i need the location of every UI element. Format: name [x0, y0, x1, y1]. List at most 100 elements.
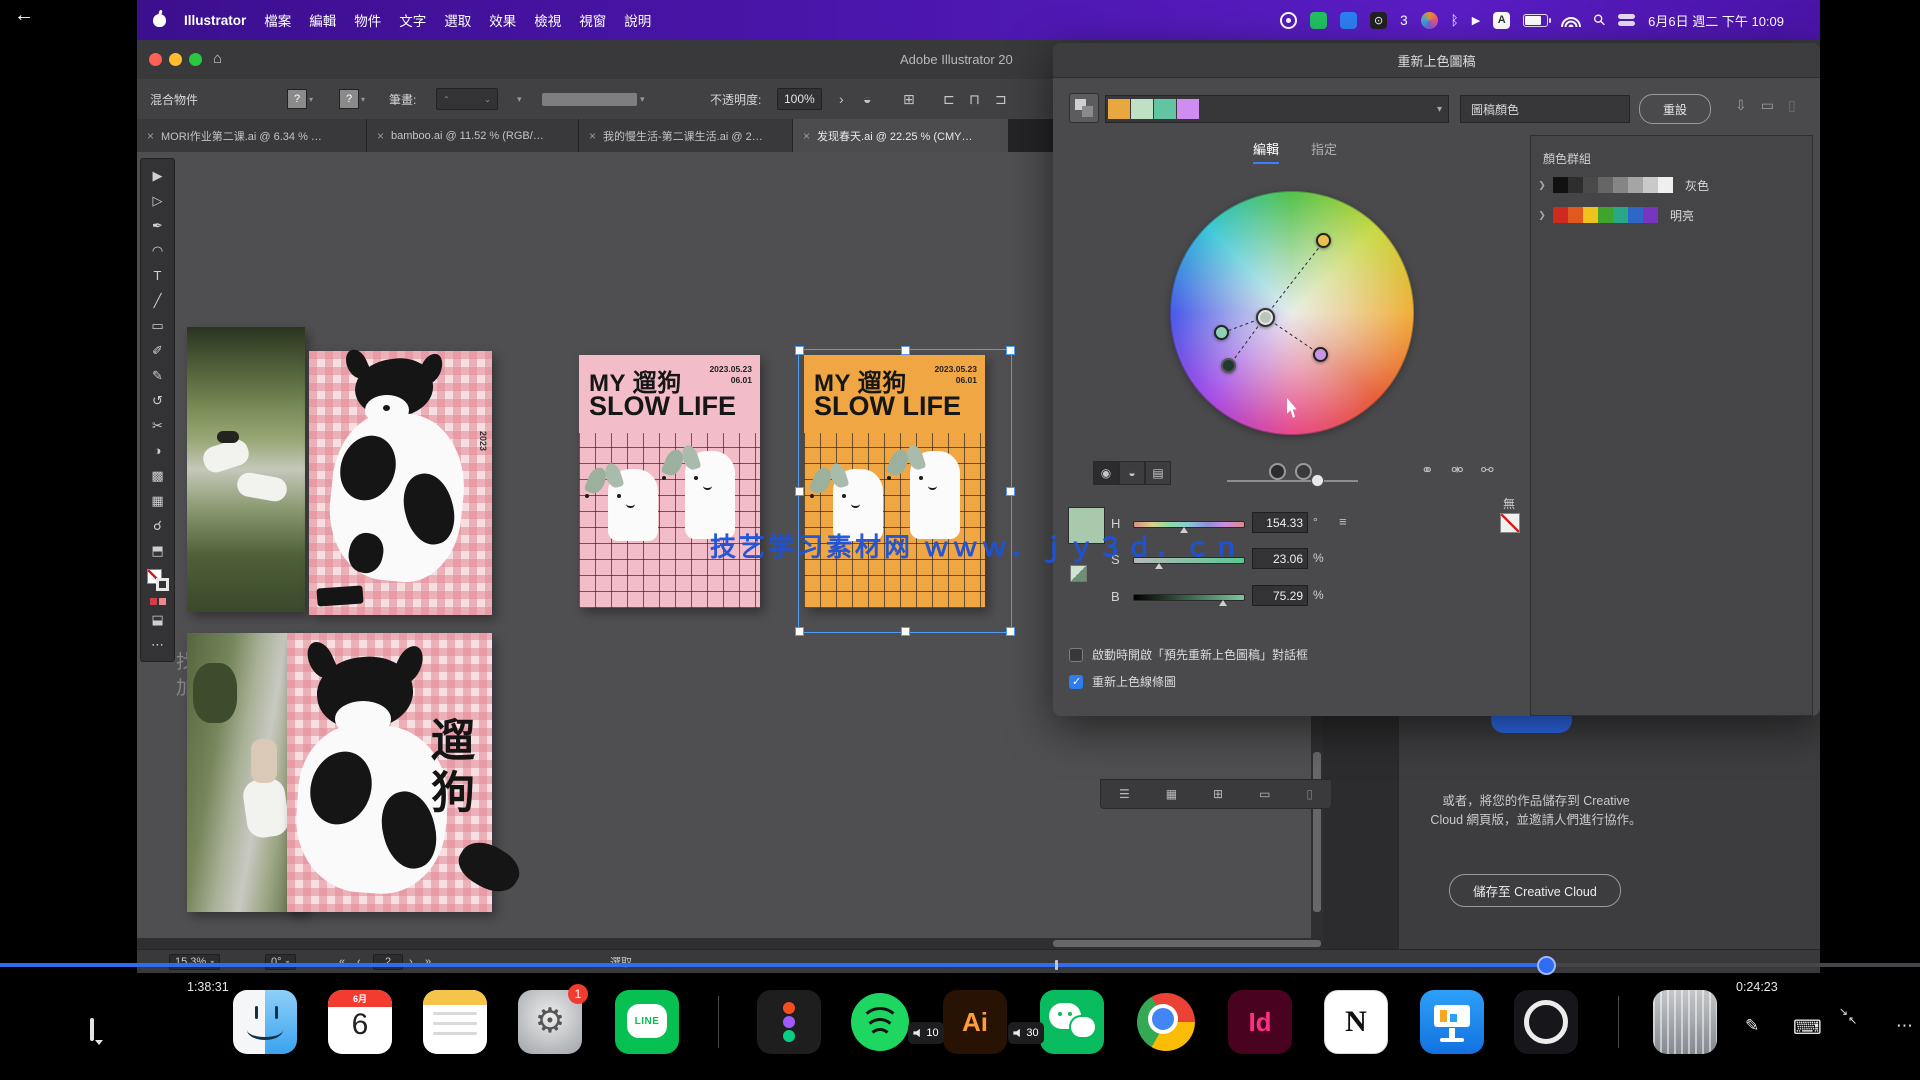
selection-handle[interactable]: [901, 346, 910, 355]
style-icon[interactable]: ◒: [863, 79, 871, 119]
artboard-number-field[interactable]: 2: [373, 950, 403, 973]
keyboard-icon[interactable]: ⌨: [1793, 1015, 1822, 1040]
stroke-profile-dropdown[interactable]: ▾: [517, 79, 522, 119]
chevron-right-icon[interactable]: ❯: [1531, 180, 1553, 191]
new-group-icon[interactable]: ⊞: [1213, 787, 1223, 801]
dock-trash-icon[interactable]: [1653, 990, 1717, 1054]
menu-view[interactable]: 檢視: [534, 10, 561, 30]
link-harmony-icon[interactable]: ⚭: [1421, 461, 1434, 479]
comments-icon[interactable]: [90, 1020, 94, 1040]
rotate-tool-icon[interactable]: ↺: [146, 390, 169, 411]
close-tab-icon[interactable]: ×: [589, 129, 596, 143]
playback-progress-bar[interactable]: [0, 963, 1920, 967]
scissors-tool-icon[interactable]: ✂: [146, 415, 169, 436]
artwork-colors-icon[interactable]: [1069, 93, 1099, 123]
document-tab-2[interactable]: ×bamboo.ai @ 11.52 % (RGB/…: [367, 119, 579, 152]
paintbrush-tool-icon[interactable]: ✐: [146, 340, 169, 361]
next-artboard-button[interactable]: ›: [409, 950, 413, 973]
scrollbar-thumb[interactable]: [1313, 752, 1321, 912]
gradient-tool-icon[interactable]: ▩: [146, 465, 169, 486]
color-handle-main[interactable]: [1256, 308, 1275, 327]
thumbnail-view-icon[interactable]: ▦: [1166, 787, 1177, 801]
dock-settings-icon[interactable]: ⚙ 1: [518, 990, 582, 1054]
unlink-harmony-icon[interactable]: ⚮: [1451, 461, 1464, 479]
tab-assign[interactable]: 指定: [1311, 139, 1337, 162]
horizontal-scrollbar[interactable]: [137, 938, 1323, 949]
zoom-window-button[interactable]: [189, 53, 202, 66]
meeting-app-icon[interactable]: [1340, 12, 1357, 29]
dock-calendar-icon[interactable]: 6月 6: [328, 990, 392, 1054]
document-setup-icon[interactable]: ⊞: [903, 79, 915, 119]
mesh-tool-icon[interactable]: ▦: [146, 490, 169, 511]
spotlight-icon[interactable]: ⚲: [1589, 10, 1610, 31]
input-source-icon[interactable]: A: [1493, 12, 1510, 29]
last-artboard-button[interactable]: »: [425, 950, 431, 973]
folder-icon[interactable]: ▭: [1259, 787, 1270, 801]
none-swatch[interactable]: [1500, 513, 1520, 533]
selection-bounding-box[interactable]: [798, 349, 1012, 633]
harmony-colors-icon[interactable]: ⚯: [1481, 461, 1494, 479]
saturation-value-field[interactable]: 23.06: [1252, 548, 1308, 569]
dock-finder-icon[interactable]: [233, 990, 297, 1054]
zoom-level-dropdown[interactable]: 15.3%▾: [169, 950, 220, 973]
screen-record-icon[interactable]: [1280, 12, 1297, 29]
chevron-right-icon[interactable]: ❯: [1531, 210, 1553, 221]
more-tools-icon[interactable]: ⋯: [146, 634, 169, 655]
menu-select[interactable]: 選取: [444, 10, 471, 30]
brightness-slider-thumb[interactable]: [1219, 600, 1227, 606]
fill-stroke-wells[interactable]: [147, 569, 169, 591]
play-icon[interactable]: ▶: [1472, 14, 1480, 27]
dock-notes-icon[interactable]: [423, 990, 487, 1054]
recolor-art-checkbox-row[interactable]: 重新上色線條圖: [1069, 673, 1176, 690]
stroke-color-well[interactable]: ?▾: [339, 79, 365, 119]
progress-handle[interactable]: [1537, 956, 1556, 975]
more-options-icon[interactable]: ⋯: [1896, 1016, 1913, 1036]
hue-value-field[interactable]: 154.33: [1252, 512, 1308, 533]
menu-help[interactable]: 說明: [624, 10, 651, 30]
color-group-gray[interactable]: ❯ 灰色: [1531, 172, 1812, 198]
color-handle-dark[interactable]: [1221, 358, 1236, 373]
scrollbar-thumb[interactable]: [1053, 940, 1321, 947]
dock-wechat-icon[interactable]: [1040, 990, 1104, 1054]
document-tab-4[interactable]: ×发现春天.ai @ 22.25 % (CMY…: [793, 119, 1009, 152]
selection-handle[interactable]: [795, 346, 804, 355]
line-tool-icon[interactable]: ╱: [146, 290, 169, 311]
screen-mode-icon[interactable]: ⬓: [146, 609, 169, 630]
menu-window[interactable]: 視窗: [579, 10, 606, 30]
checkbox-unchecked[interactable]: [1069, 648, 1083, 662]
document-tab-1[interactable]: ×MORI作业第二课.ai @ 6.34 % …: [137, 119, 367, 152]
avatar-icon[interactable]: [1421, 12, 1438, 29]
delete-icon[interactable]: ▯: [1306, 787, 1313, 801]
brightness-value-slider[interactable]: [1133, 594, 1245, 601]
pencil-tool-icon[interactable]: ✎: [146, 365, 169, 386]
tab-edit[interactable]: 編輯: [1253, 139, 1279, 164]
selection-handle[interactable]: [795, 627, 804, 636]
preset-dropdown[interactable]: 圖稿顏色: [1460, 95, 1630, 123]
close-tab-icon[interactable]: ×: [803, 129, 810, 143]
previous-artboard-button[interactable]: ‹: [357, 950, 361, 973]
rotation-dropdown[interactable]: 0°▾: [265, 950, 296, 973]
shape-builder-tool-icon[interactable]: ◑: [146, 440, 169, 461]
back-button[interactable]: ←: [14, 4, 34, 27]
dock-figma-icon[interactable]: [757, 990, 821, 1054]
save-to-creative-cloud-button[interactable]: 儲存至 Creative Cloud: [1449, 874, 1621, 907]
dock-illustrator-icon[interactable]: Ai: [943, 990, 1007, 1054]
app-menu[interactable]: Illustrator: [184, 13, 246, 28]
selection-handle[interactable]: [1006, 346, 1015, 355]
artboard-poster-pink-1[interactable]: 2023: [309, 351, 492, 615]
checkbox-checked[interactable]: [1069, 675, 1083, 689]
color-bars-icon[interactable]: ▤: [1145, 461, 1171, 485]
fill-color-well[interactable]: ?▾: [287, 79, 313, 119]
align-right-icon[interactable]: ⊐: [995, 79, 1007, 119]
show-saturation-toggle[interactable]: [1269, 463, 1286, 480]
brush-preview[interactable]: [542, 79, 637, 119]
apple-menu-icon[interactable]: [153, 14, 166, 27]
messenger-app-icon[interactable]: [1310, 12, 1327, 29]
dialog-titlebar[interactable]: 重新上色圖稿: [1053, 43, 1820, 78]
menu-edit[interactable]: 編輯: [309, 10, 336, 30]
artboard-poster-pink-grid[interactable]: MY 遛狗 SLOW LIFE 2023.05.2306.01: [579, 355, 760, 608]
align-left-icon[interactable]: ⊏: [943, 79, 955, 119]
direct-selection-tool-icon[interactable]: ▷: [146, 190, 169, 211]
color-handle-yellow[interactable]: [1316, 233, 1331, 248]
dock-chrome-icon[interactable]: [1134, 990, 1198, 1054]
